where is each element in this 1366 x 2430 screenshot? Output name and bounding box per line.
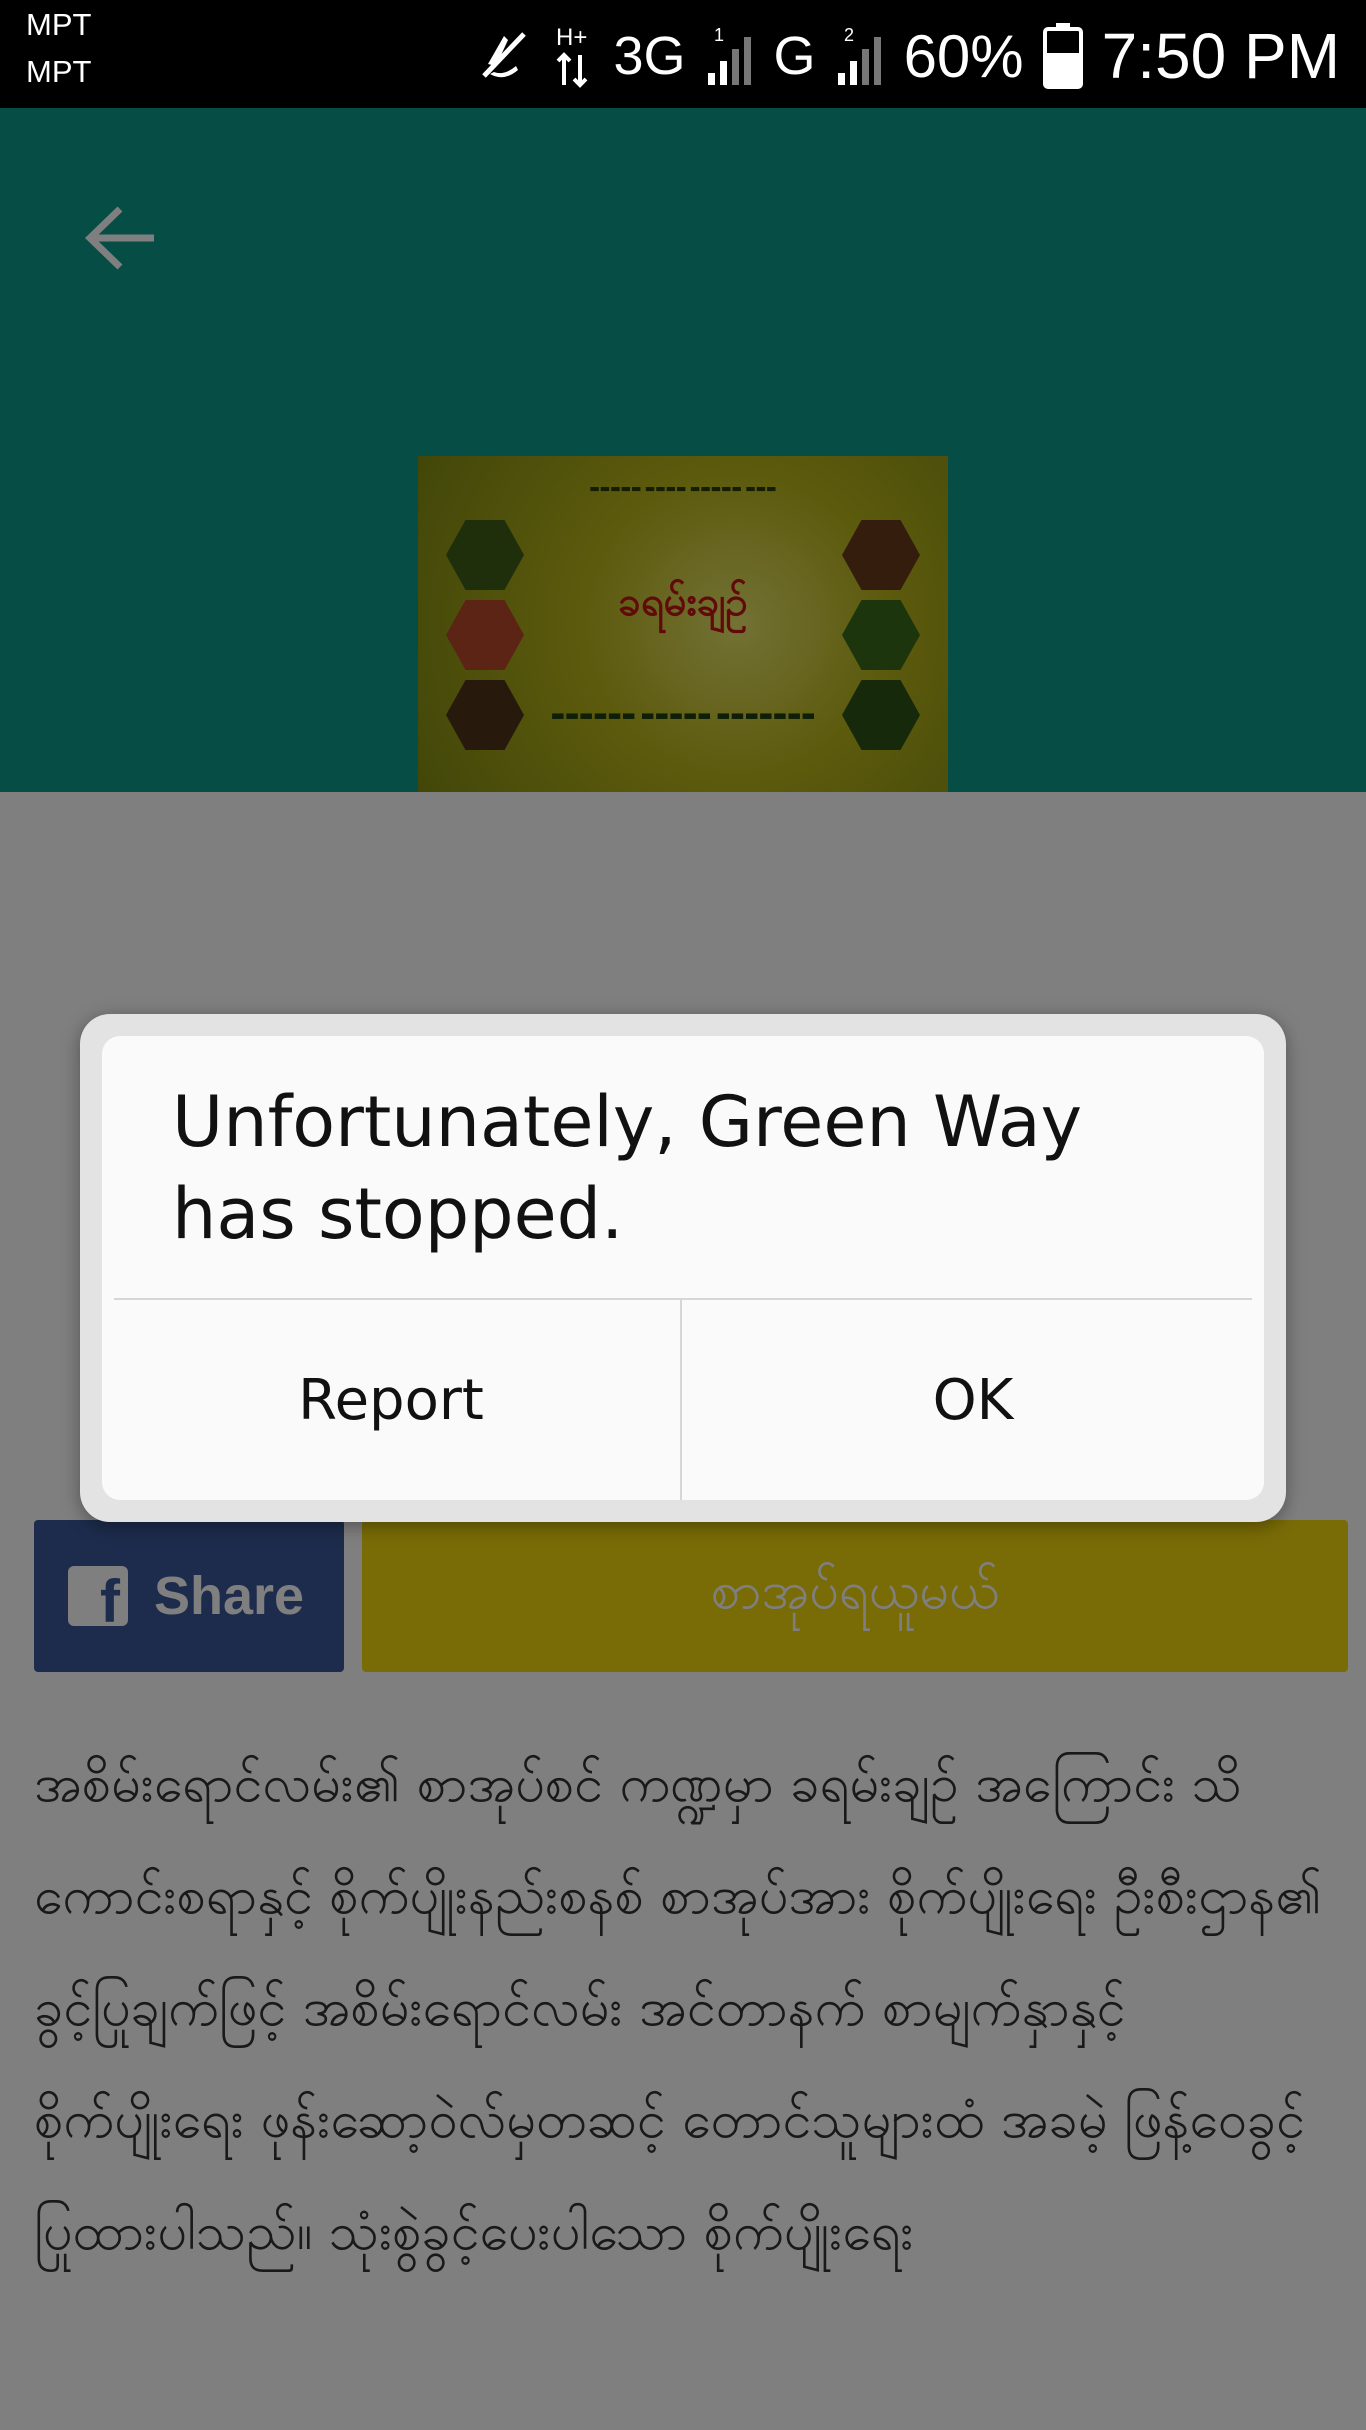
signal-sim1-icon: 1 [704,21,756,91]
battery-icon [1042,21,1084,91]
dialog-card: Unfortunately, Green Way has stopped. Re… [102,1036,1264,1500]
mute-icon [474,26,534,86]
battery-percent: 60% [903,22,1024,90]
clock: 7:50 PM [1101,20,1340,92]
status-bar: MPT MPT H+ 3G 1 G 2 60% 7:50 PM [0,0,1366,108]
ok-button[interactable]: OK [682,1300,1264,1500]
svg-text:1: 1 [714,25,724,45]
carrier-label-sim2: MPT [26,54,92,89]
svg-text:H+: H+ [556,24,587,51]
report-button[interactable]: Report [102,1300,680,1500]
signal-sim2-icon: 2 [834,21,886,91]
crash-dialog: Unfortunately, Green Way has stopped. Re… [80,1014,1286,1522]
svg-text:2: 2 [844,25,854,45]
data-arrows-icon: H+ [552,21,596,91]
network-type-sim1: 3G [613,26,686,86]
status-icons: H+ 3G 1 G 2 60% 7:50 PM [474,16,1340,96]
dialog-message: Unfortunately, Green Way has stopped. [172,1081,1083,1255]
carrier-label-sim1: MPT [26,7,92,42]
network-type-sim2: G [773,26,816,86]
